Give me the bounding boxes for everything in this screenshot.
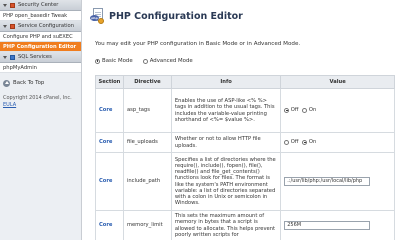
sidebar-item-phpmyadmin[interactable]: phpMyAdmin: [0, 63, 81, 73]
directive-cell: include_path: [122, 152, 172, 211]
sidebar-item-php-configuration-editor[interactable]: PHP Configuration Editor: [0, 42, 81, 52]
service-configuration-icon: [10, 23, 15, 29]
php-config-icon: php: [90, 8, 104, 24]
info-cell: Whether or not to allow HTTP file upload…: [170, 132, 282, 153]
directive-cell: memory_limit: [122, 210, 172, 240]
value-cell: 256M: [280, 210, 395, 240]
on-label: On: [308, 139, 317, 146]
info-cell: This sets the maximum amount of memory i…: [170, 210, 282, 240]
asp-tags-on-radio[interactable]: [302, 107, 308, 113]
on-label: On: [308, 107, 317, 114]
asp-tags-off-option[interactable]: Off: [284, 107, 298, 113]
collapse-arrow-icon: [3, 24, 7, 28]
sidebar-item-php-open-basedir[interactable]: PHP open_basedir Tweak: [0, 11, 81, 21]
section-cell: Core: [95, 88, 124, 133]
basic-mode-radio[interactable]: [95, 58, 100, 64]
collapse-arrow-icon: [3, 3, 7, 7]
table-row: Core memory_limit This sets the maximum …: [95, 210, 395, 240]
table-row: Core include_path Specifies a list of di…: [95, 152, 395, 211]
off-label: Off: [290, 139, 299, 146]
mode-selector: Basic Mode Advanced Mode: [95, 58, 193, 64]
intro-text: You may edit your PHP configuration in B…: [95, 41, 301, 47]
section-cell: Core: [95, 132, 124, 153]
table-row: Core asp_tags Enables the use of ASP-lik…: [95, 88, 395, 133]
section-cell: Core: [95, 210, 124, 240]
value-cell: Off On: [280, 132, 395, 153]
column-header: Value: [280, 75, 395, 89]
sidebar-section-label: Service Configuration: [18, 23, 75, 29]
column-header: Info: [170, 75, 282, 89]
sql-services-icon: [10, 54, 15, 60]
advanced-mode-radio[interactable]: [142, 58, 148, 64]
advanced-mode-option[interactable]: Advanced Mode: [142, 58, 193, 64]
back-to-top-label: Back To Top: [13, 80, 45, 86]
back-to-top-link[interactable]: Back To Top: [0, 77, 81, 89]
page-header: php PHP Configuration Editor: [90, 6, 243, 26]
file-uploads-toggle: Off On: [284, 139, 391, 145]
table-header-row: Section Directive Info Value: [95, 75, 395, 89]
file-uploads-off-option[interactable]: Off: [284, 139, 298, 145]
column-header: Directive: [122, 75, 172, 89]
main-content: php PHP Configuration Editor You may edi…: [83, 0, 400, 240]
eula-link[interactable]: EULA: [3, 102, 16, 108]
arrow-up-icon: [3, 79, 10, 87]
sidebar: Security Center PHP open_basedir Tweak S…: [0, 0, 82, 240]
sidebar-section-security[interactable]: Security Center: [0, 0, 81, 11]
info-cell: Enables the use of ASP-like <% %> tags i…: [170, 88, 282, 133]
column-header: Section: [95, 75, 124, 89]
include-path-input[interactable]: .:/usr/lib/php:/usr/local/lib/php: [284, 177, 371, 186]
security-icon: [10, 2, 15, 8]
copyright: Copyright 2014 cPanel, Inc. EULA: [0, 89, 81, 109]
info-cell: Specifies a list of directories where th…: [170, 152, 282, 211]
page-title: PHP Configuration Editor: [109, 10, 243, 22]
value-cell: .:/usr/lib/php:/usr/local/lib/php: [280, 152, 395, 211]
copyright-text: Copyright 2014 cPanel, Inc.: [3, 95, 72, 101]
advanced-mode-label: Advanced Mode: [149, 58, 193, 64]
table-row: Core file_uploads Whether or not to allo…: [95, 132, 395, 153]
value-cell: Off On: [280, 88, 395, 133]
asp-tags-toggle: Off On: [284, 107, 391, 113]
file-uploads-on-radio[interactable]: [302, 139, 308, 145]
memory-limit-input[interactable]: 256M: [284, 221, 371, 230]
sidebar-item-configure-php-suexec[interactable]: Configure PHP and suEXEC: [0, 32, 81, 42]
file-uploads-off-radio[interactable]: [284, 139, 290, 145]
asp-tags-off-radio[interactable]: [284, 107, 290, 113]
sidebar-section-label: Security Center: [18, 2, 59, 8]
sidebar-section-sql-services[interactable]: SQL Services: [0, 52, 81, 63]
basic-mode-option[interactable]: Basic Mode: [95, 58, 133, 64]
sidebar-section-label: SQL Services: [18, 54, 52, 60]
collapse-arrow-icon: [3, 55, 7, 59]
directive-cell: asp_tags: [122, 88, 172, 133]
sidebar-section-service-configuration[interactable]: Service Configuration: [0, 21, 81, 32]
asp-tags-on-option[interactable]: On: [302, 107, 316, 113]
off-label: Off: [290, 107, 299, 114]
file-uploads-on-option[interactable]: On: [302, 139, 316, 145]
directive-cell: file_uploads: [122, 132, 172, 153]
directives-table: Section Directive Info Value Core asp_ta…: [95, 75, 395, 240]
section-cell: Core: [95, 152, 124, 211]
basic-mode-label: Basic Mode: [102, 58, 133, 64]
